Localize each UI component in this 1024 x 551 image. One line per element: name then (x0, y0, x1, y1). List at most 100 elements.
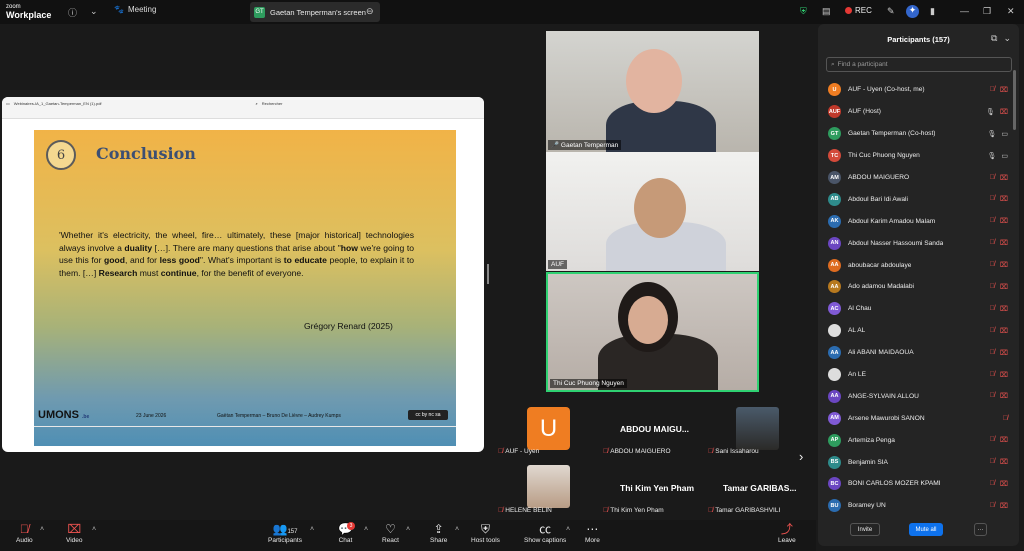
participant-row[interactable]: AA aboubacar abdoulaye 🎙̸ ⌧ (818, 254, 1010, 276)
more-options-icon[interactable]: ⊖ (366, 6, 374, 17)
mic-off-icon[interactable]: 🎙̸ (990, 305, 995, 313)
video-off-icon[interactable]: ⌧ (1000, 217, 1008, 225)
mic-off-icon[interactable]: 🎙̸ (990, 392, 995, 400)
info-icon[interactable]: ⓘ (68, 6, 77, 19)
participant-row[interactable]: BS Benjamin SIA 🎙̸ ⌧ (818, 451, 1010, 473)
video-off-icon[interactable]: ⌧ (1000, 261, 1008, 269)
mic-off-icon[interactable]: 🎙̸ (1003, 415, 1008, 422)
annotate-pencil-icon[interactable]: ✎ (887, 6, 895, 17)
share-button[interactable]: ⇪ Share (430, 522, 447, 544)
chevron-up-icon[interactable]: ˄ (40, 526, 44, 533)
video-off-icon[interactable]: ⌧ (1000, 327, 1008, 335)
participant-row[interactable]: An LE 🎙̸ ⌧ (818, 364, 1010, 386)
mute-all-button[interactable]: Mute all (909, 523, 943, 536)
participant-row[interactable]: AP Artemiza Penga 🎙̸ ⌧ (818, 429, 1010, 451)
mic-off-icon[interactable]: 🎙̸ (990, 261, 995, 269)
mic-off-icon[interactable]: 🎙̸ (990, 458, 995, 466)
participant-row[interactable]: AA Ali ABANI MAIDAOUA 🎙̸ ⌧ (818, 342, 1010, 364)
mic-off-icon[interactable]: 🎙̸ (990, 327, 995, 335)
participant-row[interactable]: GT Gaetan Temperman (Co-host) 🎙 ▭ (818, 123, 1010, 145)
mic-off-icon[interactable]: 🎙̸ (990, 174, 995, 182)
video-off-icon[interactable]: ⌧ (1000, 502, 1008, 510)
screen-share-tab[interactable]: GT Gaetan Temperman's screen (250, 2, 380, 22)
participant-row[interactable]: BC BONI CARLOS MOZER KPAMI 🎙̸ ⌧ (818, 473, 1010, 495)
host-tools-button[interactable]: ⛨ Host tools (471, 522, 500, 544)
chevron-down-icon[interactable]: ⌄ (90, 6, 98, 17)
captions-button[interactable]: ㏄ Show captions (524, 522, 566, 544)
chevron-up-icon[interactable]: ˄ (406, 526, 410, 533)
video-button[interactable]: ⌧ Video (66, 522, 83, 544)
video-off-icon[interactable]: ⌧ (1000, 283, 1008, 291)
chevron-up-icon[interactable]: ˄ (566, 526, 570, 533)
participants-button[interactable]: 👥157 Participants (268, 522, 302, 544)
participant-row[interactable]: AUF AUF (Host) 🎙 ⌧ (818, 101, 1010, 123)
video-off-icon[interactable]: ⌧ (1000, 371, 1008, 379)
chevron-up-icon[interactable]: ˄ (92, 526, 96, 533)
participant-row[interactable]: TC Thi Cuc Phuong Nguyen 🎙 ▭ (818, 145, 1010, 167)
search-icon[interactable]: ⌕ (256, 101, 258, 106)
participant-row[interactable]: AA ANGE-SYLVAIN ALLOU 🎙̸ ⌧ (818, 385, 1010, 407)
minimize-icon[interactable]: — (960, 6, 969, 16)
avatar[interactable] (527, 465, 570, 508)
mic-off-icon[interactable]: 🎙̸ (990, 217, 995, 225)
video-off-icon[interactable]: ⌧ (1000, 436, 1008, 444)
video-off-icon[interactable]: ⌧ (1000, 174, 1008, 182)
mic-off-icon[interactable]: 🎙̸ (990, 480, 995, 488)
participant-row[interactable]: AA Ado adamou Madalabi 🎙̸ ⌧ (818, 276, 1010, 298)
restore-icon[interactable]: ❐ (983, 6, 991, 17)
ai-companion-icon[interactable]: ✦ (906, 5, 919, 18)
mic-off-icon[interactable]: 🎙̸ (990, 239, 995, 247)
mic-off-icon[interactable]: 🎙̸ (990, 195, 995, 203)
close-icon[interactable]: ⌄ (1003, 33, 1011, 44)
mic-off-icon[interactable]: 🎙̸ (990, 371, 995, 379)
close-icon[interactable]: ✕ (1007, 6, 1015, 17)
more-button[interactable]: ⋯ More (585, 522, 600, 544)
recording-indicator[interactable]: REC (845, 6, 872, 15)
mic-icon[interactable]: 🎙 (986, 108, 995, 116)
leave-button[interactable]: ⤴ Leave (778, 522, 796, 544)
participant-row[interactable]: AM ABDOU MAIGUERO 🎙̸ ⌧ (818, 167, 1010, 189)
mic-off-icon[interactable]: 🎙̸ (990, 349, 995, 357)
participant-row[interactable]: AC Al Chau 🎙̸ ⌧ (818, 298, 1010, 320)
react-button[interactable]: ♡ React (382, 522, 399, 544)
participant-row[interactable]: U AUF - Uyen (Co-host, me) 🎙̸ ⌧ (818, 79, 1010, 101)
video-off-icon[interactable]: ⌧ (1000, 480, 1008, 488)
video-off-icon[interactable]: ⌧ (1000, 86, 1008, 94)
invite-button[interactable]: Invite (850, 523, 880, 536)
mic-off-icon[interactable]: 🎙̸ (990, 283, 995, 291)
video-off-icon[interactable]: ⌧ (1000, 349, 1008, 357)
avatar[interactable] (736, 407, 779, 450)
participant-row[interactable]: BU Boramey UN 🎙̸ ⌧ (818, 495, 1010, 517)
mic-icon[interactable]: 🎙 (987, 130, 996, 138)
panel-more-button[interactable]: ··· (974, 523, 987, 536)
video-icon[interactable]: ▭ (1001, 130, 1008, 138)
view-icon[interactable]: ▮ (930, 6, 935, 17)
video-off-icon[interactable]: ⌧ (1000, 458, 1008, 466)
pdf-search[interactable]: Rechercher (262, 101, 283, 106)
avatar[interactable]: U (527, 407, 570, 450)
video-tile-auf[interactable]: AUF (546, 152, 759, 271)
video-off-icon[interactable]: ⌧ (1000, 195, 1008, 203)
chevron-up-icon[interactable]: ˄ (364, 526, 368, 533)
mic-off-icon[interactable]: 🎙̸ (990, 502, 995, 510)
security-shield-icon[interactable]: ⛨ (800, 6, 807, 17)
participant-row[interactable]: AK Abdoul Karim Amadou Malam 🎙̸ ⌧ (818, 210, 1010, 232)
video-off-icon[interactable]: ⌧ (1000, 239, 1008, 247)
video-off-icon[interactable]: ⌧ (1000, 392, 1008, 400)
participant-row[interactable]: AL AL 🎙̸ ⌧ (818, 320, 1010, 342)
participant-search-input[interactable]: ⌕ Find a participant (826, 57, 1012, 72)
chevron-up-icon[interactable]: ˄ (455, 526, 459, 533)
video-tile-gaetan[interactable]: 🎤 Gaetan Temperman (546, 31, 759, 152)
mic-off-icon[interactable]: 🎙̸ (990, 86, 995, 94)
chevron-up-icon[interactable]: ˄ (310, 526, 314, 533)
participant-row[interactable]: AB Abdoul Bari Idi Awali 🎙̸ ⌧ (818, 188, 1010, 210)
video-tile-thi-cuc[interactable]: Thi Cuc Phuong Nguyen (546, 272, 759, 392)
video-off-icon[interactable]: ⌧ (1000, 108, 1008, 116)
resize-handle[interactable] (487, 264, 489, 284)
popout-icon[interactable]: ⧉ (991, 33, 997, 44)
audio-button[interactable]: 🎙̸ Audio (16, 522, 33, 544)
video-off-icon[interactable]: ⌧ (1000, 305, 1008, 313)
mic-icon[interactable]: 🎙 (987, 152, 996, 160)
participant-row[interactable]: AN Abdoul Nasser Hassoumi Sanda 🎙̸ ⌧ (818, 232, 1010, 254)
panel-scrollbar[interactable] (1013, 70, 1016, 130)
